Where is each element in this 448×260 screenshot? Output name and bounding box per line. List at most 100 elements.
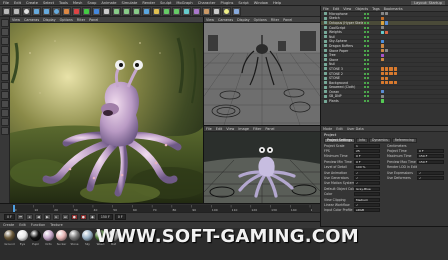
tag-icon[interactable] (385, 30, 389, 34)
attribute-menu-item[interactable]: Edit (336, 127, 343, 131)
tag-icon[interactable] (385, 81, 389, 85)
tag-icon[interactable] (381, 53, 385, 57)
attribute-tab[interactable]: Project Settings (324, 137, 355, 143)
snap-icon[interactable] (0, 100, 9, 108)
visibility-dots[interactable] (364, 72, 369, 75)
tag-icon[interactable] (381, 58, 385, 62)
material-item[interactable]: Ground (4, 230, 15, 246)
tag-icon[interactable] (381, 94, 385, 99)
go-to-end-icon[interactable]: ⏭ (61, 214, 69, 220)
menu-item-tools[interactable]: Tools (59, 1, 68, 5)
attribute-value-field[interactable]: Medium (354, 197, 380, 202)
next-key-icon[interactable]: ▸ (52, 214, 60, 220)
tag-icon[interactable] (389, 67, 393, 71)
attribute-value-field[interactable]: ✓ (417, 170, 444, 175)
vp-menu-item[interactable]: Filter (77, 18, 85, 22)
model-mode-icon[interactable] (0, 28, 9, 36)
light-icon[interactable] (222, 6, 231, 16)
attribute-value-field[interactable]: ✓ (354, 202, 380, 207)
vp-menu-item[interactable]: File (206, 127, 212, 131)
material-menu-item[interactable]: Edit (19, 223, 26, 227)
vp-menu-item[interactable]: View (12, 18, 20, 22)
tag-icon[interactable] (385, 48, 389, 53)
material-preview-ball[interactable] (30, 230, 41, 241)
visibility-dots[interactable] (364, 77, 369, 80)
move-icon[interactable] (32, 6, 41, 16)
live-selection-icon[interactable] (22, 6, 31, 16)
material-menu-item[interactable]: Create (3, 223, 14, 227)
play-icon[interactable]: ▶ (43, 214, 51, 220)
menu-item-create[interactable]: Create (26, 1, 38, 5)
attribute-value-field[interactable]: 150 F (417, 154, 444, 159)
tag-icon[interactable] (385, 76, 389, 80)
visibility-dots[interactable] (364, 21, 369, 24)
attribute-value-field[interactable]: 100 % (354, 165, 380, 170)
visibility-dots[interactable] (364, 86, 369, 89)
vp-menu-item[interactable]: View (226, 127, 234, 131)
menu-item-edit[interactable]: Edit (14, 1, 21, 5)
vp-menu-item[interactable]: Options (60, 18, 73, 22)
vp-menu-item[interactable]: View (206, 18, 214, 22)
material-item[interactable]: Eye (17, 230, 28, 246)
visibility-dots[interactable] (364, 81, 369, 84)
visibility-dots[interactable] (364, 40, 369, 43)
vp-menu-item[interactable]: Display (43, 18, 56, 22)
layout-dropdown[interactable]: Layout: Startup (411, 0, 445, 5)
object-menu-item[interactable]: View (343, 7, 351, 11)
sculpt-icon[interactable] (0, 127, 9, 135)
menu-item-help[interactable]: Help (273, 1, 281, 5)
menu-item-character[interactable]: Character (198, 1, 216, 5)
attribute-value-field[interactable] (354, 192, 380, 197)
menu-item-file[interactable]: File (3, 1, 9, 5)
quantize-icon[interactable] (0, 109, 9, 117)
timeline[interactable]: 0102030405060708090100110120130140150 (0, 203, 320, 212)
menu-item-animate[interactable]: Animate (101, 1, 116, 5)
visibility-dots[interactable] (364, 90, 369, 93)
axis-mode-icon[interactable] (0, 82, 9, 90)
make-editable-icon[interactable] (0, 19, 9, 27)
material-preview-ball[interactable] (43, 230, 54, 241)
visibility-dots[interactable] (364, 100, 369, 103)
vp-menu-item[interactable]: Image (238, 127, 249, 131)
perspective-viewport[interactable]: View Cameras Display Options Filter Pane… (10, 17, 203, 203)
edges-mode-icon[interactable] (0, 64, 9, 72)
attribute-value-field[interactable]: ✓ (354, 170, 380, 175)
attribute-value-field[interactable]: ✓ (354, 176, 380, 181)
material-preview-ball[interactable] (17, 230, 28, 241)
camera-icon[interactable] (212, 6, 221, 16)
attribute-value-field[interactable]: sRGB (354, 208, 380, 213)
tag-icon[interactable] (385, 21, 389, 25)
vp-menu-item[interactable]: Display (237, 18, 250, 22)
tag-icon[interactable] (385, 67, 389, 71)
tag-icon[interactable] (381, 81, 385, 85)
attribute-value-field[interactable]: ✓ (417, 176, 444, 181)
workplane-icon[interactable] (0, 46, 9, 54)
timeline-ruler[interactable]: 0102030405060708090100110120130140150 (12, 205, 312, 212)
object-menu-item[interactable]: Bookmarks (384, 7, 403, 11)
cube-icon[interactable] (142, 6, 151, 16)
top-viewport[interactable]: View Cameras Display Options Filter Pane… (203, 17, 321, 125)
go-to-start-icon[interactable]: ⏮ (16, 214, 24, 220)
sky-icon[interactable] (232, 6, 241, 16)
vp-menu-item[interactable]: Cameras (24, 18, 39, 22)
material-item[interactable]: Sky (82, 230, 93, 246)
vp-menu-item[interactable]: Options (254, 18, 267, 22)
previous-key-icon[interactable]: ◂ (25, 214, 33, 220)
tag-icon[interactable] (385, 12, 389, 16)
start-frame-field[interactable]: 0 F (4, 214, 15, 220)
menu-item-script[interactable]: Script (238, 1, 248, 5)
coordinate-system-icon[interactable] (102, 6, 111, 16)
material-menu-item[interactable]: Function (31, 223, 45, 227)
menu-item-window[interactable]: Window (254, 1, 268, 5)
object-row[interactable]: Plants (321, 99, 448, 104)
texture-mode-icon[interactable] (0, 37, 9, 45)
current-frame-field[interactable]: 0 F (114, 214, 126, 220)
material-item[interactable]: Sucker (56, 230, 67, 246)
polygons-mode-icon[interactable] (0, 73, 9, 81)
auto-key-icon[interactable]: ● (79, 214, 87, 220)
array-icon[interactable] (172, 6, 181, 16)
vp-menu-item[interactable]: Edit (216, 127, 223, 131)
menu-item-mesh[interactable]: Mesh (73, 1, 82, 5)
material-menu-item[interactable]: Texture (50, 223, 62, 227)
attribute-tab[interactable]: Referencing (391, 137, 417, 143)
